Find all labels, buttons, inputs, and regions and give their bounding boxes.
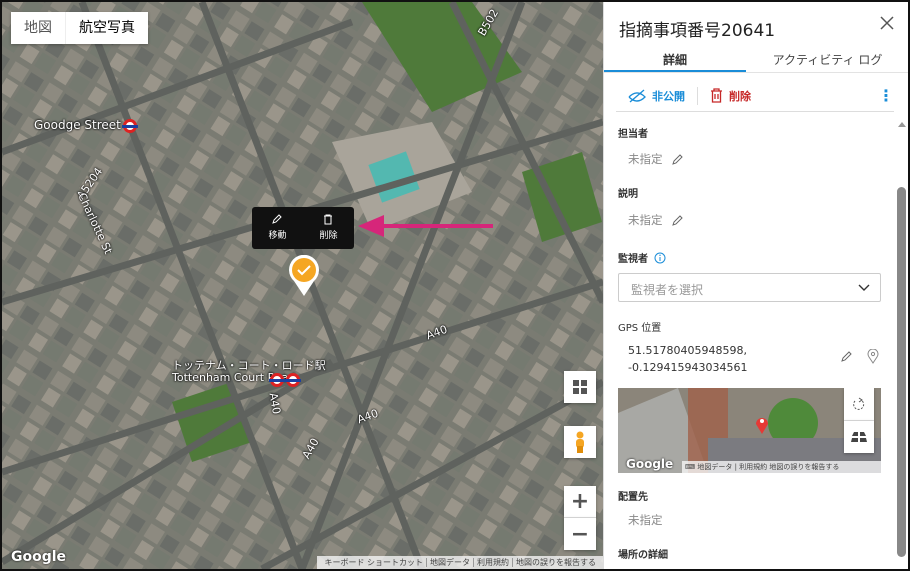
rotate-button[interactable] [844, 388, 874, 421]
google-logo: Google [626, 457, 674, 471]
action-bar: 非公開 削除 ⋮ [616, 80, 894, 112]
delete-label: 削除 [729, 89, 751, 103]
watchers-select[interactable]: 監視者を選択 [618, 273, 881, 302]
station-name: Goodge Street [34, 118, 121, 132]
issue-marker-pin[interactable] [288, 255, 320, 297]
station-label-goodge: Goodge Street [34, 118, 138, 133]
tilt-button[interactable] [844, 421, 874, 453]
move-label: 移動 [268, 231, 287, 241]
map-view[interactable]: 地図 航空写真 Goodge Street A5204 Charlotte St… [2, 2, 603, 569]
station-label-tottenham: トッテナム・コート・ロード駅 Tottenham Court Road [172, 360, 326, 384]
map-attribution: キーボード ショートカット 地図データ 利用規約 地図の誤りを報告する [317, 556, 603, 569]
panel-tabs: 詳細 アクティビティ ログ [604, 46, 908, 73]
report-error-link[interactable]: 地図の誤りを報告する [769, 463, 839, 471]
more-options-icon[interactable]: ⋮ [878, 86, 894, 105]
map-data-link[interactable]: 地図データ [697, 463, 732, 471]
keyboard-shortcuts-link[interactable]: キーボード ショートカット [321, 558, 427, 567]
map-type-map-button[interactable]: 地図 [11, 12, 65, 44]
watchers-heading: 監視者 [618, 250, 666, 265]
edit-location-pencil-icon[interactable] [840, 350, 853, 363]
info-icon[interactable] [654, 252, 666, 264]
google-logo: Google [11, 549, 67, 565]
location-details-label: 場所の詳細 [618, 550, 668, 561]
rotate-icon [853, 397, 865, 410]
scroll-up-arrow[interactable] [898, 122, 906, 127]
close-icon[interactable] [880, 16, 894, 30]
description-label: 説明 [618, 189, 638, 200]
delete-label: 削除 [319, 231, 338, 241]
placement-value: 未指定 [628, 513, 663, 527]
gps-longitude: -0.129415943034561 [628, 361, 748, 374]
eye-off-icon [628, 89, 646, 102]
gps-latitude: 51.51780405948598, [628, 344, 747, 357]
terms-link[interactable]: 利用規約 [474, 558, 513, 567]
street-view-pegman[interactable] [564, 426, 596, 458]
assignee-field[interactable]: 未指定 [628, 151, 684, 167]
zoom-out-button[interactable]: − [564, 518, 596, 550]
tab-activity-log[interactable]: アクティビティ ログ [746, 46, 908, 72]
grid-icon [573, 380, 587, 394]
description-value: 未指定 [628, 213, 663, 227]
move-marker-button[interactable]: 移動 [268, 213, 287, 243]
gps-label: GPS 位置 [618, 323, 662, 334]
tilt-icon [851, 432, 867, 442]
panel-title: 指摘事項番号20641 [619, 21, 776, 41]
private-button[interactable]: 非公開 [628, 88, 685, 104]
marker-action-popup: 移動 削除 [252, 207, 354, 249]
map-data-link[interactable]: 地図データ [427, 558, 474, 567]
terms-link[interactable]: 利用規約 [739, 463, 767, 471]
map-type-satellite-button[interactable]: 航空写真 [65, 12, 148, 44]
watchers-placeholder: 監視者を選択 [631, 283, 704, 297]
minimap-attribution: ⌨ 地図データ | 利用規約 地図の誤りを報告する [682, 461, 881, 473]
pencil-icon [272, 214, 283, 224]
trash-icon [324, 214, 333, 225]
gps-coordinates: 51.51780405948598, -0.129415943034561 [628, 342, 747, 376]
annotation-arrow [358, 215, 493, 237]
underground-icon [269, 373, 285, 387]
description-field[interactable]: 未指定 [628, 212, 684, 228]
trash-icon [711, 88, 722, 103]
watchers-label: 監視者 [618, 254, 648, 265]
station-name-en: Tottenham Court Road [172, 371, 296, 384]
scrollbar-thumb[interactable] [897, 187, 906, 557]
report-error-link[interactable]: 地図の誤りを報告する [513, 558, 599, 567]
pegman-icon [576, 431, 584, 453]
underground-icon [121, 118, 138, 133]
placement-label: 配置先 [618, 492, 648, 503]
map-type-toggle: 地図 航空写真 [11, 12, 148, 44]
pencil-icon[interactable] [671, 214, 684, 227]
issue-detail-panel: 指摘事項番号20641 詳細 アクティビティ ログ 非公開 削除 ⋮ 担当者 未… [603, 2, 908, 569]
divider [697, 86, 698, 105]
chevron-down-icon [858, 284, 870, 291]
tilt-button[interactable] [564, 371, 596, 403]
assignee-value: 未指定 [628, 152, 663, 166]
underground-icon [285, 373, 301, 387]
private-label: 非公開 [652, 89, 685, 103]
scrollbar[interactable] [895, 114, 908, 559]
assignee-label: 担当者 [618, 129, 648, 140]
app-window: 地図 航空写真 Goodge Street A5204 Charlotte St… [0, 0, 910, 571]
delete-button[interactable]: 削除 [710, 88, 751, 104]
zoom-in-button[interactable]: + [564, 486, 596, 518]
location-minimap[interactable]: Google ⌨ 地図データ | 利用規約 地図の誤りを報告する [618, 388, 881, 473]
tab-details[interactable]: 詳細 [604, 46, 746, 72]
details-content: 担当者 未指定 説明 未指定 監視者 監視者を選択 GPS 位置 51.5178… [604, 114, 894, 569]
location-pin-icon[interactable] [867, 349, 879, 364]
pencil-icon[interactable] [671, 153, 684, 166]
delete-marker-button[interactable]: 削除 [319, 213, 338, 243]
